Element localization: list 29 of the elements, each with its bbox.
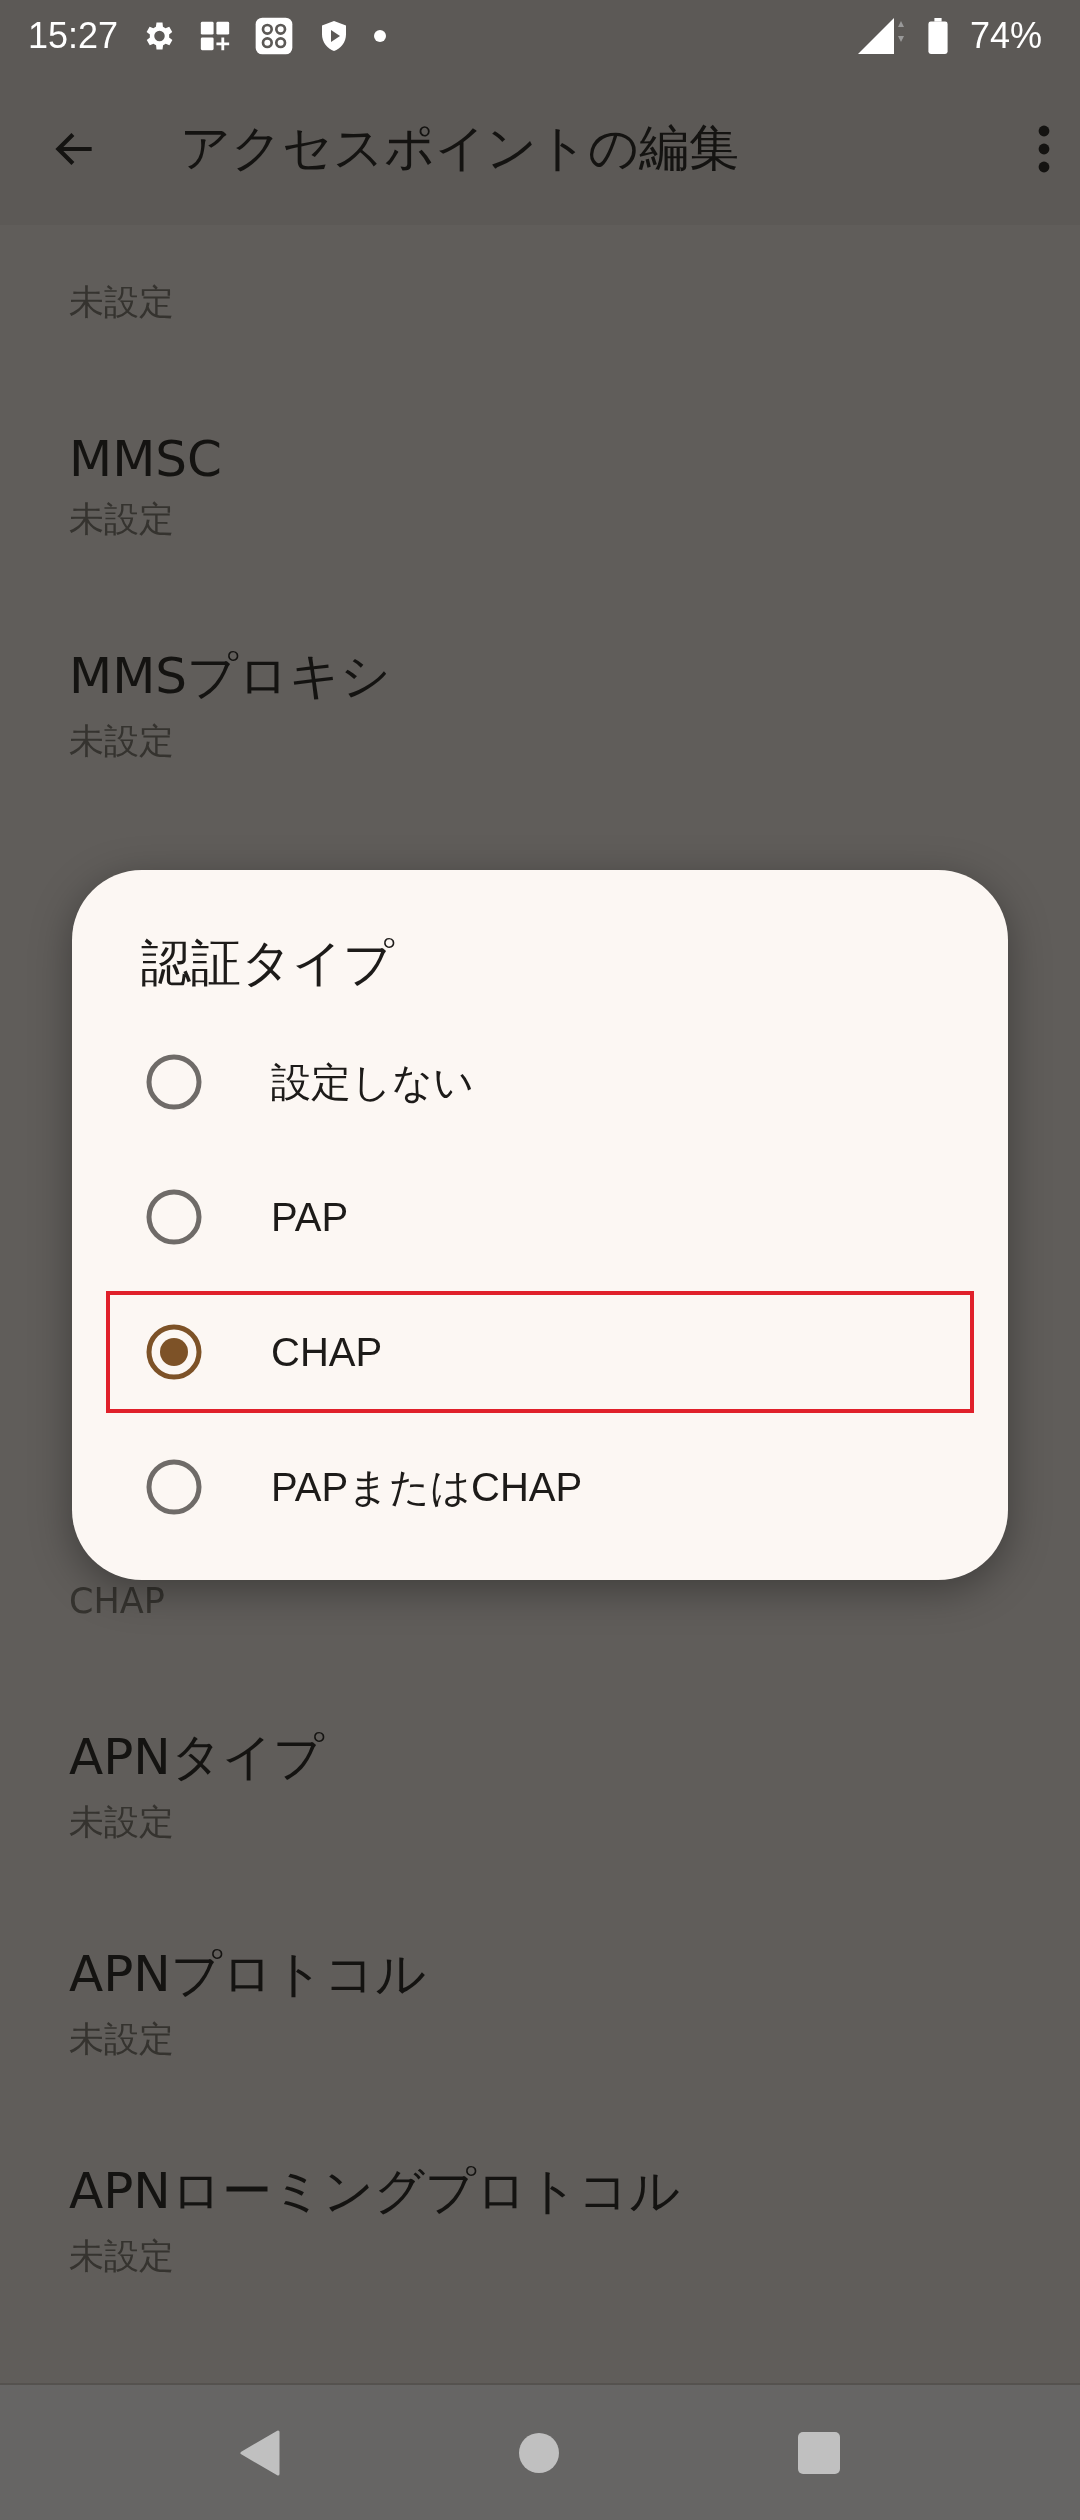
- setting-title: MMSプロキシ: [69, 645, 393, 707]
- radio-option[interactable]: CHAP: [106, 1291, 974, 1413]
- setting-title: APNプロトコル: [69, 1943, 427, 2005]
- status-time: 15:27: [28, 15, 119, 57]
- setting-title: MMSC: [69, 430, 223, 488]
- setting-title: APNタイプ: [69, 1726, 326, 1788]
- radio-button[interactable]: [146, 1054, 202, 1110]
- signal-icon: [857, 18, 906, 54]
- option-label: PAPまたはCHAP: [271, 1463, 583, 1511]
- back-icon[interactable]: [239, 2429, 280, 2476]
- battery-percent: 74%: [969, 15, 1042, 57]
- radio-option[interactable]: 設定しない: [106, 1021, 974, 1143]
- radio-button[interactable]: [146, 1459, 202, 1515]
- setting-title: APNローミングプロトコル: [69, 2160, 681, 2222]
- recents-icon[interactable]: [798, 2431, 841, 2474]
- radio-button[interactable]: [146, 1189, 202, 1245]
- battery-icon: [927, 18, 948, 54]
- more-options-icon[interactable]: [1038, 124, 1050, 173]
- option-label: CHAP: [271, 1329, 383, 1375]
- option-label: 設定しない: [271, 1058, 474, 1106]
- dialog-title: 認証タイプ: [140, 933, 396, 994]
- screen-title: アクセスポイントの編集: [180, 118, 740, 179]
- dot-icon: [374, 30, 387, 42]
- home-icon[interactable]: [519, 2432, 559, 2473]
- dots-app-icon: [254, 16, 295, 56]
- radio-button[interactable]: [146, 1324, 202, 1380]
- option-label: PAP: [271, 1194, 349, 1240]
- radio-option[interactable]: PAP: [106, 1156, 974, 1278]
- radio-option[interactable]: PAPまたはCHAP: [106, 1426, 974, 1548]
